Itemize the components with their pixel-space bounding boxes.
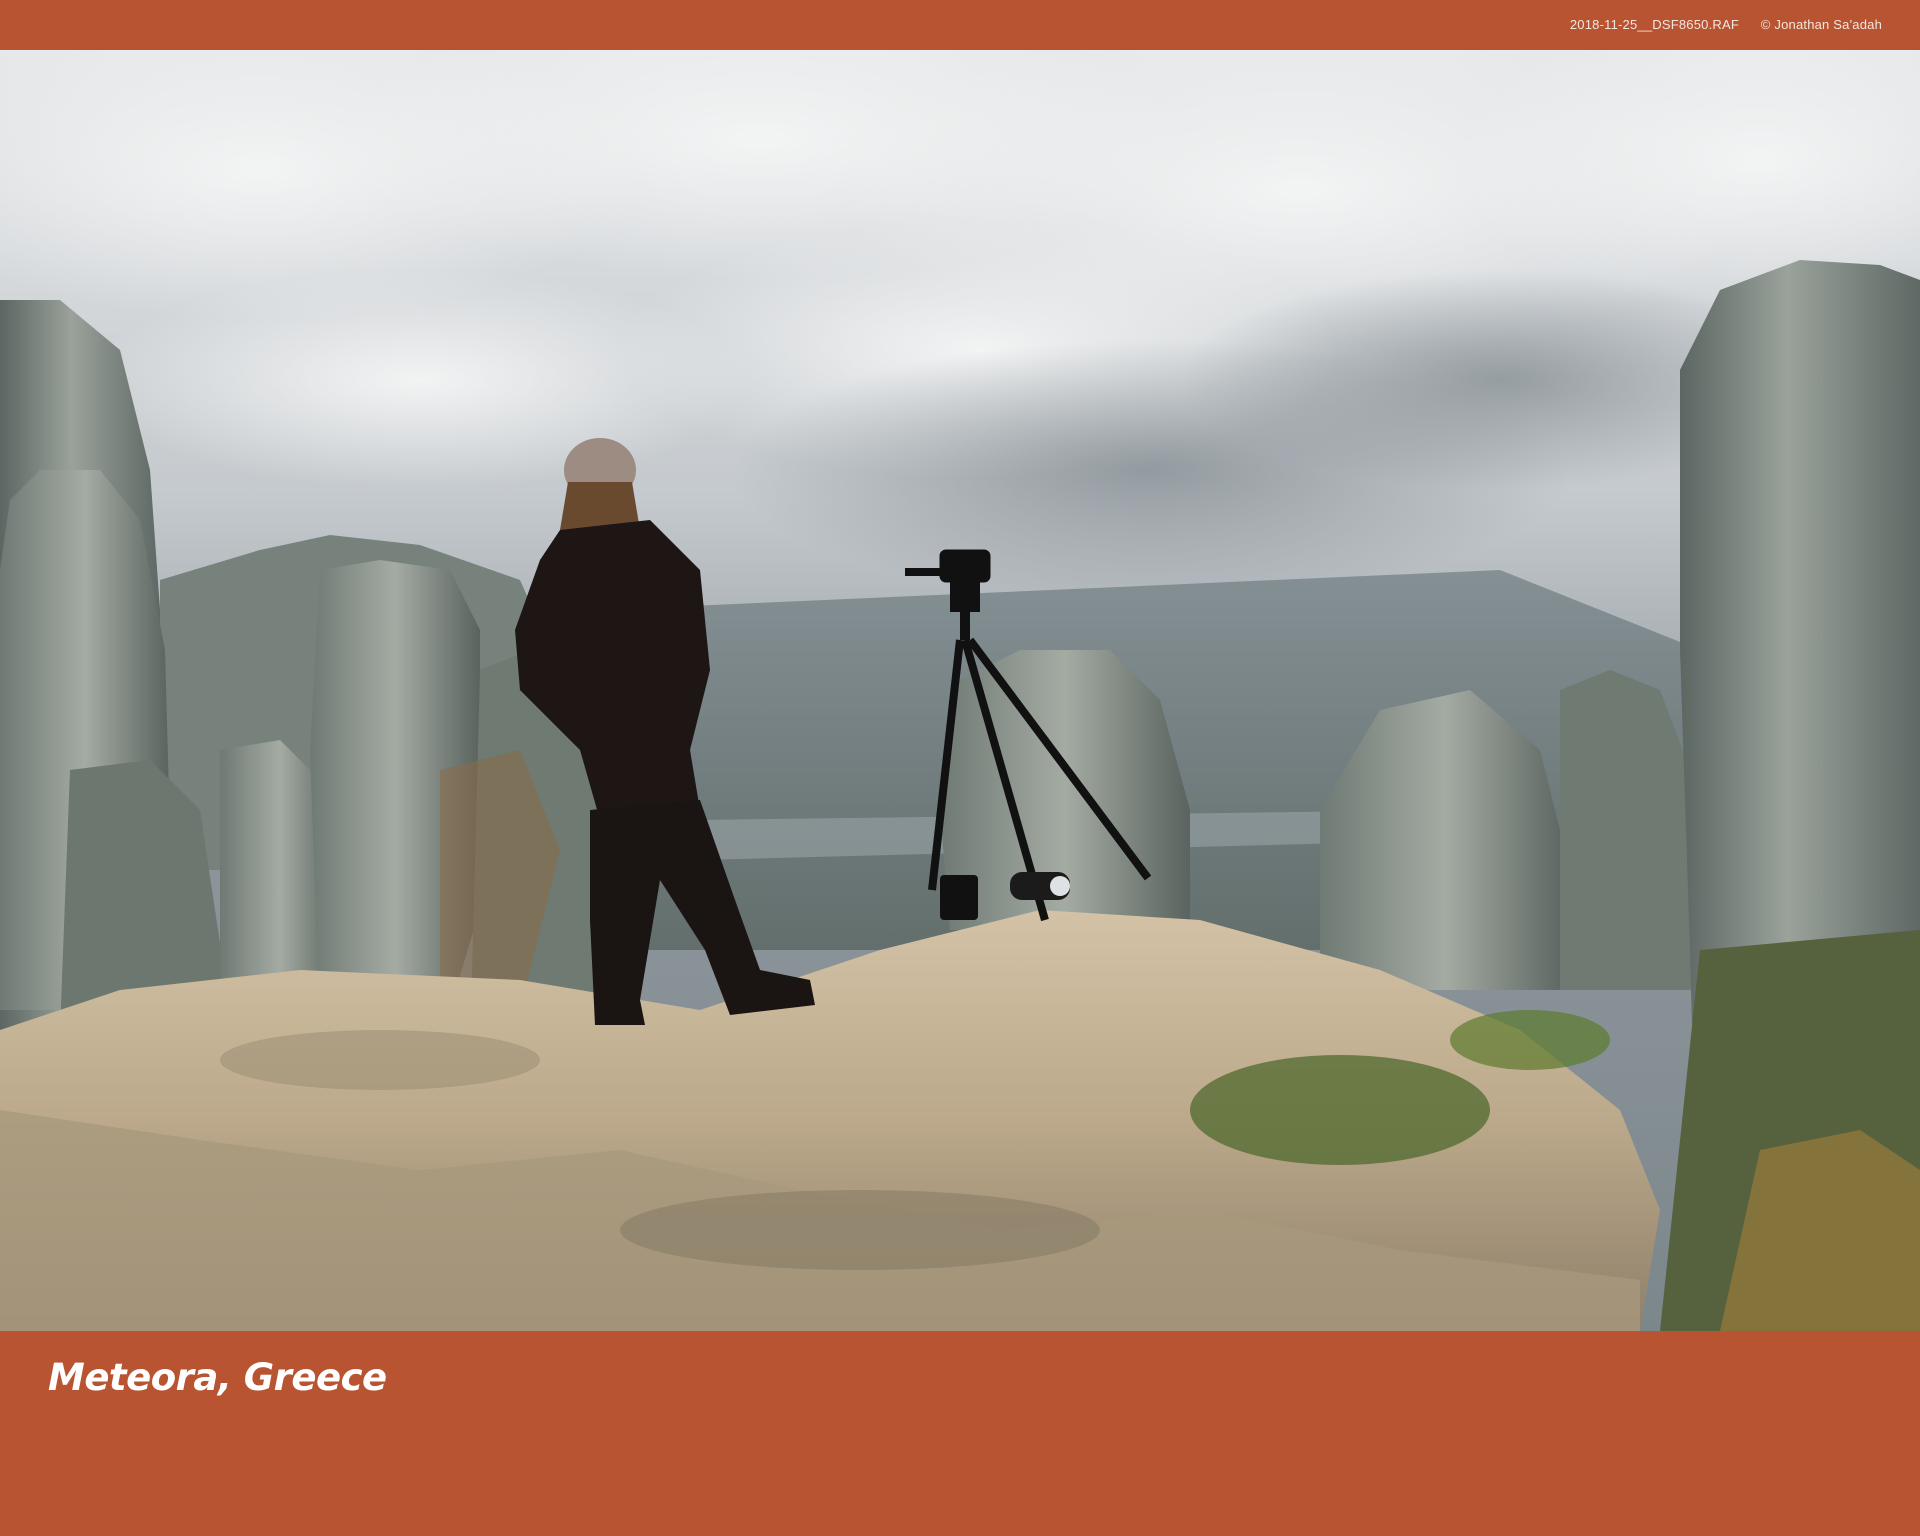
top-bar: 2018-11-25__DSF8650.RAF © Jonathan Sa'ad…: [0, 0, 1920, 50]
photo-illustration: [0, 50, 1920, 1331]
photo-credit: © Jonathan Sa'adah: [1760, 17, 1882, 32]
landscape-photo: [0, 50, 1920, 1331]
photo-caption: Meteora, Greece: [48, 1356, 387, 1399]
file-name-label: 2018-11-25__DSF8650.RAF: [1569, 17, 1739, 32]
